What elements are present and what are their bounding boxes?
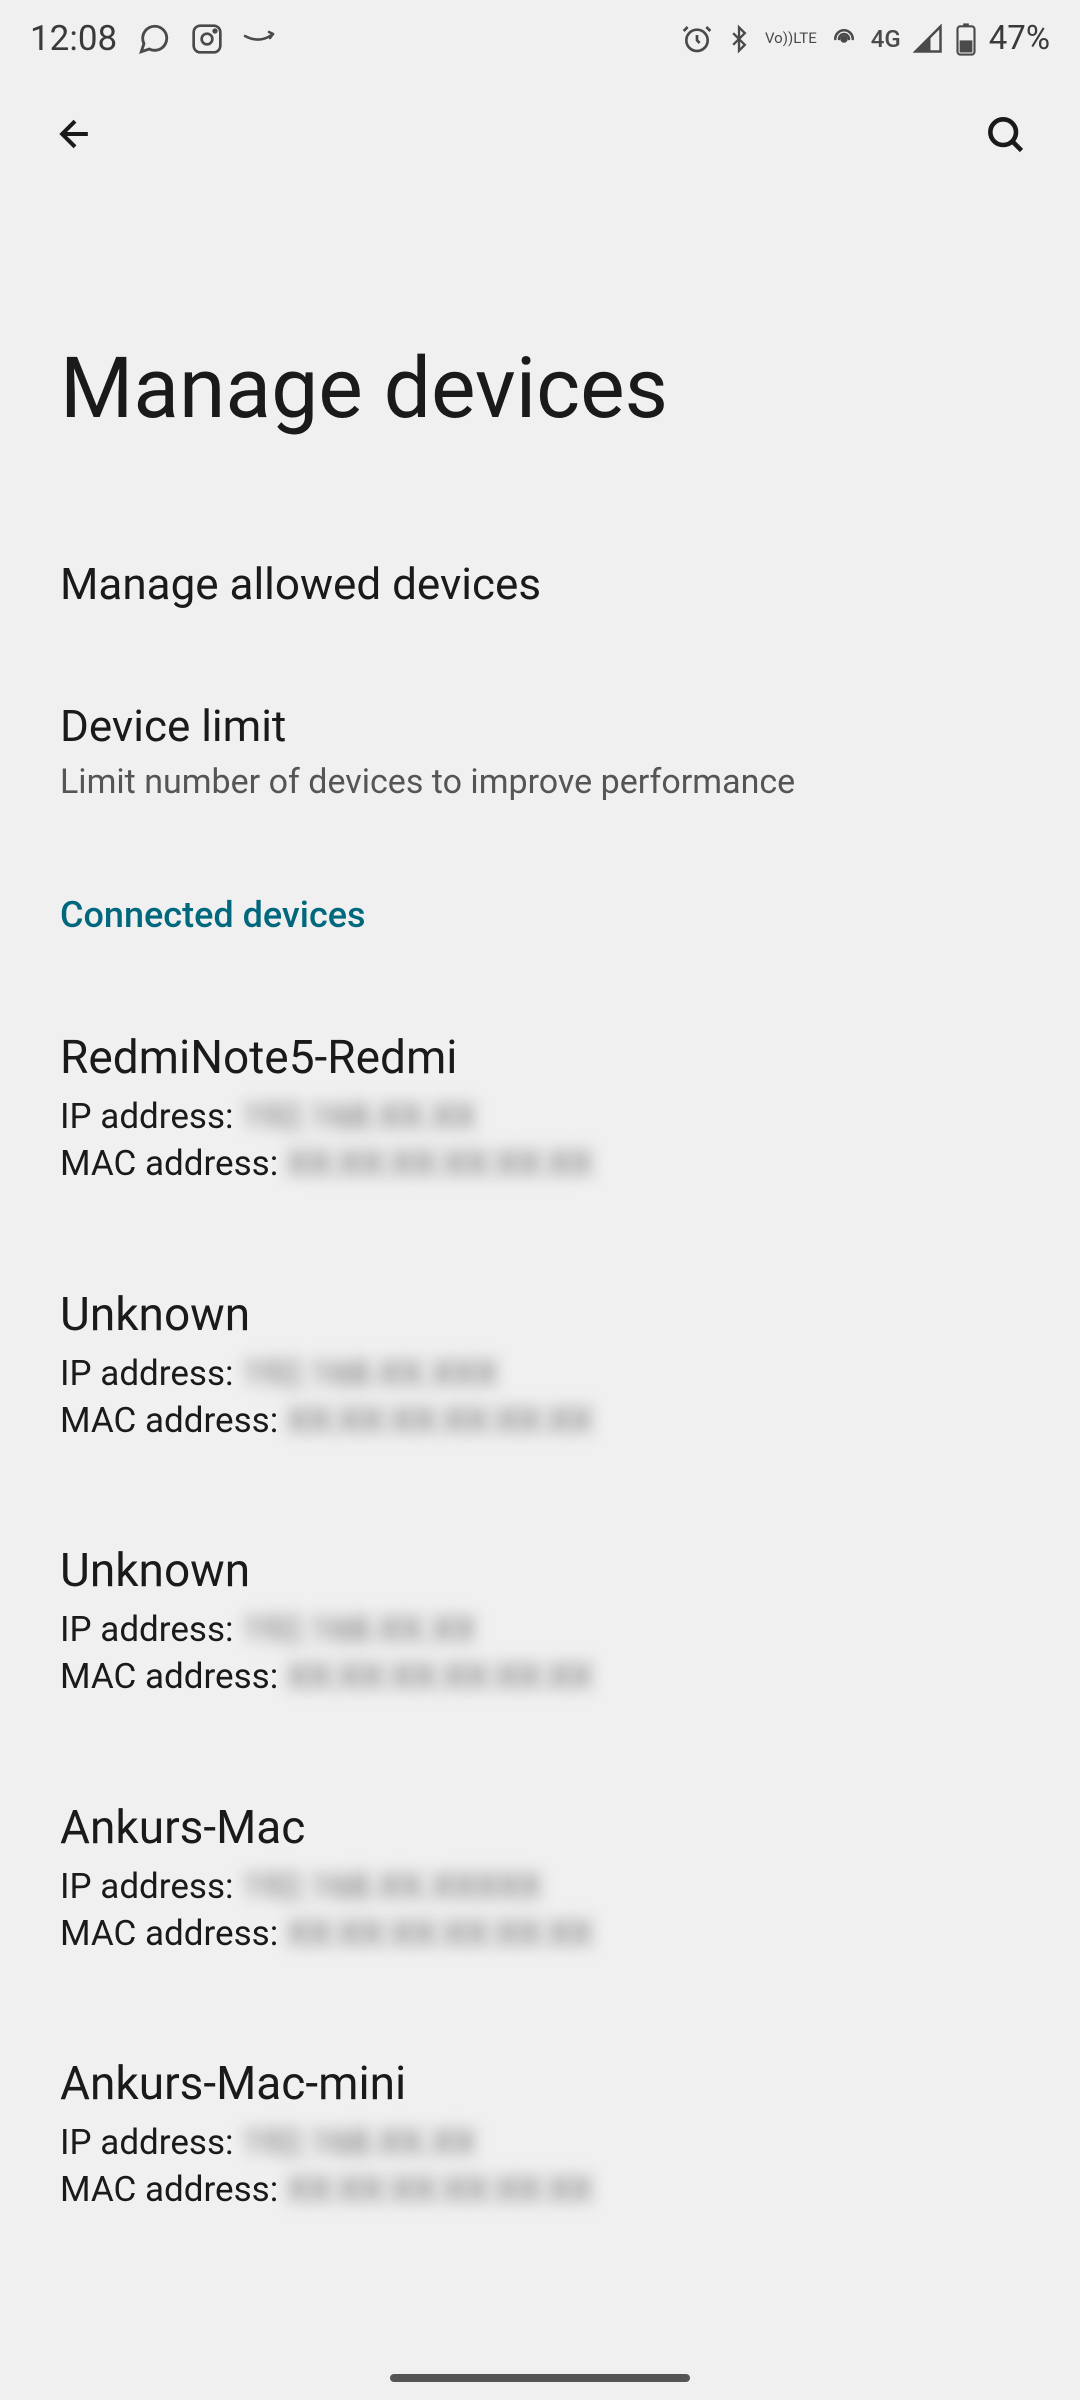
home-indicator[interactable]	[390, 2374, 690, 2382]
device-ip: IP address: 192.168.XX.XX	[60, 1093, 1020, 1140]
setting-device-limit[interactable]: Device limit Limit number of devices to …	[60, 700, 1020, 804]
hotspot-icon	[829, 24, 859, 54]
volte-icon: Vo)) LTE	[765, 31, 817, 46]
bluetooth-icon	[725, 23, 753, 55]
volte-bottom: LTE	[793, 31, 817, 46]
network-type: 4G	[871, 25, 901, 53]
status-right: Vo)) LTE 4G 47%	[681, 19, 1050, 58]
device-item[interactable]: Ankurs-Mac IP address: 192.168.XX.XXXXXMA…	[60, 1801, 1020, 1958]
device-name: Ankurs-Mac-mini	[60, 2057, 1020, 2111]
device-ip: IP address: 192.168.XX.XX	[60, 1606, 1020, 1653]
setting-title: Device limit	[60, 700, 1020, 752]
device-mac: MAC address: XX:XX:XX:XX:XX:XX	[60, 2166, 1020, 2213]
device-name: Unknown	[60, 1288, 1020, 1342]
instagram-icon	[191, 23, 223, 55]
device-item[interactable]: RedmiNote5-Redmi IP address: 192.168.XX.X…	[60, 1031, 1020, 1188]
device-name: RedmiNote5-Redmi	[60, 1031, 1020, 1085]
battery-icon	[955, 22, 977, 56]
alarm-icon	[681, 23, 713, 55]
content: Manage devices Manage allowed devices De…	[0, 339, 1080, 2214]
setting-manage-allowed-devices[interactable]: Manage allowed devices	[60, 558, 1020, 610]
arrow-left-icon	[53, 112, 97, 156]
signal-icon	[913, 24, 943, 54]
status-time: 12:08	[30, 18, 117, 59]
device-item[interactable]: Unknown IP address: 192.168.XX.XXXMAC add…	[60, 1288, 1020, 1445]
device-mac: MAC address: XX:XX:XX:XX:XX:XX	[60, 1397, 1020, 1444]
device-mac: MAC address: XX:XX:XX:XX:XX:XX	[60, 1653, 1020, 1700]
search-button[interactable]	[980, 109, 1030, 159]
status-bar: 12:08 Vo)) LTE 4G 47%	[0, 0, 1080, 69]
swoosh-icon	[243, 30, 277, 48]
volte-top: Vo))	[765, 31, 793, 46]
page-title: Manage devices	[60, 339, 1020, 438]
device-name: Unknown	[60, 1544, 1020, 1598]
device-ip: IP address: 192.168.XX.XXXXX	[60, 1863, 1020, 1910]
setting-subtitle: Limit number of devices to improve perfo…	[60, 760, 1020, 804]
search-icon	[983, 112, 1027, 156]
device-item[interactable]: Ankurs-Mac-mini IP address: 192.168.XX.XX…	[60, 2057, 1020, 2214]
device-ip: IP address: 192.168.XX.XX	[60, 2119, 1020, 2166]
whatsapp-icon	[137, 22, 171, 56]
device-name: Ankurs-Mac	[60, 1801, 1020, 1855]
device-mac: MAC address: XX:XX:XX:XX:XX:XX	[60, 1140, 1020, 1187]
battery-percentage: 47%	[989, 19, 1050, 58]
connected-devices-header: Connected devices	[60, 894, 1020, 936]
device-ip: IP address: 192.168.XX.XXX	[60, 1350, 1020, 1397]
status-left: 12:08	[30, 18, 277, 59]
device-mac: MAC address: XX:XX:XX:XX:XX:XX	[60, 1910, 1020, 1957]
setting-title: Manage allowed devices	[60, 558, 1020, 610]
device-item[interactable]: Unknown IP address: 192.168.XX.XXMAC addr…	[60, 1544, 1020, 1701]
app-bar	[0, 69, 1080, 159]
back-button[interactable]	[50, 109, 100, 159]
